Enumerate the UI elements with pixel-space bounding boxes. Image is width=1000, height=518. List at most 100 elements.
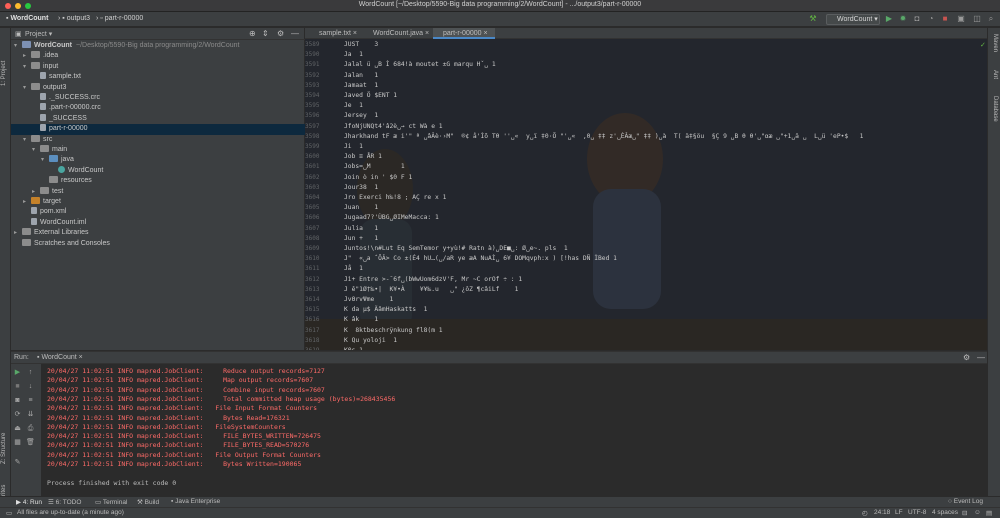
tree-item[interactable]: ._SUCCESS.crc [11, 93, 305, 103]
tree-item[interactable]: ▾ input [11, 61, 305, 72]
pin-icon[interactable]: ✎ [13, 458, 22, 467]
line-number: 3600 [305, 153, 320, 161]
project-tool-tab[interactable]: 1: Project [1, 61, 7, 86]
folder-icon [22, 238, 31, 246]
tree-expand-icon[interactable]: ▸ [32, 187, 40, 197]
event-log-tool-button[interactable]: ○ Event Log [948, 498, 983, 505]
tree-item[interactable]: ▸ target [11, 197, 305, 207]
run-settings-gear-icon[interactable]: ⚙ [963, 353, 970, 362]
tree-expand-icon[interactable]: ▾ [41, 155, 49, 165]
tree-item[interactable]: ▾ main [11, 145, 305, 155]
tree-item[interactable]: Scratches and Consoles [11, 238, 305, 249]
tree-item[interactable]: ▾ java [11, 155, 305, 165]
lock-icon[interactable]: ⊟ [962, 509, 967, 517]
run-configuration-select[interactable]: WordCount ▾ [826, 14, 880, 25]
debug-icon[interactable]: ✹ [898, 14, 908, 24]
collapse-all-icon[interactable]: ⇕ [262, 29, 269, 38]
tab-wordcount-java[interactable]: WordCount.java × [363, 28, 431, 39]
search-everywhere-icon[interactable]: ⌕ [986, 14, 996, 24]
project-view-select[interactable]: Project ▾ [25, 30, 52, 38]
tab-part-r-00000[interactable]: part-r-00000 × [433, 28, 495, 39]
tree-expand-icon[interactable]: ▸ [23, 197, 31, 207]
code-line: Jugaad7?'ÙBG␣ØIMeMacca: 1 [344, 214, 439, 222]
layout-grid-icon[interactable]: ▦ [13, 438, 22, 447]
tree-item[interactable]: .part-r-00000.crc [11, 103, 305, 113]
tree-expand-icon[interactable]: ▸ [14, 228, 22, 238]
rerun-icon[interactable]: ▶ [13, 368, 22, 377]
tab-sample-txt[interactable]: sample.txt × [309, 28, 361, 39]
line-number: 3605 [305, 204, 320, 212]
exit-icon[interactable]: ⏏ [13, 424, 22, 433]
code-line: Juntos!\n#Lut Eq SemTemor y+yù!# Ratn à)… [344, 245, 568, 252]
tree-item[interactable]: _SUCCESS [11, 113, 305, 124]
build-tool-button[interactable]: ⚒ Build [137, 498, 159, 506]
todo-tool-button[interactable]: ☰ 6: TODO [48, 498, 81, 506]
tree-expand-icon[interactable]: ▾ [23, 83, 31, 93]
tree-item-label: .part-r-00000.crc [49, 104, 101, 112]
project-structure-icon[interactable]: ▣ [956, 14, 966, 24]
camera-icon[interactable]: ◙ [13, 396, 22, 405]
scroll-up-icon[interactable]: ↑ [26, 368, 35, 377]
status-toggle-icon[interactable]: ▭ [6, 509, 12, 517]
tree-expand-icon[interactable]: ▾ [23, 62, 31, 72]
tree-expand-icon[interactable]: ▸ [23, 51, 31, 61]
file-encoding[interactable]: UTF-8 [908, 509, 926, 516]
tree-item[interactable]: ▸ External Libraries [11, 228, 305, 238]
indent-setting[interactable]: 4 spaces [932, 509, 958, 516]
inspector-icon[interactable]: ☺ [974, 509, 981, 516]
notifications-icon[interactable]: ▤ [986, 509, 992, 517]
tree-item[interactable]: WordCount [11, 165, 305, 176]
line-separator[interactable]: LF [895, 509, 903, 516]
print-icon[interactable]: ⎙ [26, 424, 35, 433]
inspection-ok-icon[interactable]: ✓ [980, 41, 986, 49]
tree-expand-icon[interactable]: ▾ [32, 145, 40, 155]
tree-expand-icon[interactable]: ▾ [23, 135, 31, 145]
hide-panel-icon[interactable]: — [291, 29, 299, 38]
run-tool-button[interactable]: ▶ 4: Run [16, 498, 42, 506]
tree-item[interactable]: ▸ .idea [11, 51, 305, 61]
run-icon[interactable]: ▶ [884, 14, 894, 24]
breadcrumb-file[interactable]: › ▫ part-r-00000 [96, 15, 143, 22]
profile-icon[interactable]: ◔ [926, 14, 936, 24]
stop-icon[interactable]: ■ [940, 14, 950, 24]
run-tab-wordcount[interactable]: ▪ WordCount × [37, 354, 83, 361]
layout-icon[interactable]: ◫ [972, 14, 982, 24]
tree-expand-icon[interactable]: ▾ [14, 41, 22, 51]
tree-item-label: .idea [43, 52, 59, 60]
caret-position[interactable]: 24:18 [874, 509, 890, 516]
database-tool-tab[interactable]: Database [992, 96, 998, 122]
line-number: 3589 [305, 41, 320, 48]
tree-item[interactable]: ▾ output3 [11, 82, 305, 93]
tree-item[interactable]: pom.xml [11, 207, 305, 217]
maven-tool-tab[interactable]: Maven [992, 34, 998, 52]
tree-item[interactable]: WordCount.iml [11, 217, 305, 228]
breadcrumb-folder[interactable]: › ▪ output3 [58, 15, 90, 22]
tree-item[interactable]: ▾ WordCount ~/Desktop/5590-Big data progra… [11, 41, 305, 51]
tree-item[interactable]: ▸ test [11, 186, 305, 197]
tree-item[interactable]: resources [11, 176, 305, 186]
ant-tool-tab[interactable]: Ant [992, 70, 998, 79]
tree-item[interactable]: part-r-00000 [11, 124, 305, 135]
coverage-icon[interactable]: ◘ [912, 14, 922, 24]
tree-item[interactable]: ▾ src [11, 134, 305, 145]
settings-gear-icon[interactable]: ⚙ [277, 29, 284, 38]
memory-indicator-icon[interactable]: ◴ [862, 509, 868, 517]
folder-icon [22, 41, 31, 48]
structure-tool-tab[interactable]: Z: Structure [1, 433, 7, 464]
tree-item-label: test [52, 187, 64, 195]
build-hammer-icon[interactable]: ⚒ [808, 14, 818, 24]
java-enterprise-tool-button[interactable]: ▪ Java Enterprise [171, 498, 220, 505]
code-line: Jersey 1 [344, 112, 379, 120]
locate-file-icon[interactable]: ⊕ [249, 29, 256, 38]
clear-all-icon[interactable]: 🗑 [26, 438, 35, 447]
scroll-to-end-icon[interactable]: ⇊ [26, 410, 35, 419]
run-hide-icon[interactable]: — [977, 353, 985, 362]
breadcrumb-project[interactable]: ▪ WordCount [6, 15, 48, 22]
tree-item[interactable]: sample.txt [11, 72, 305, 82]
terminal-tool-button[interactable]: ▭ Terminal [95, 498, 127, 506]
file-icon [31, 217, 37, 225]
soft-wrap-icon[interactable]: ≡ [26, 396, 35, 405]
scroll-down-icon[interactable]: ↓ [26, 382, 35, 391]
restore-layout-icon[interactable]: ⟳ [13, 410, 22, 419]
stop-run-icon[interactable]: ■ [13, 382, 22, 391]
